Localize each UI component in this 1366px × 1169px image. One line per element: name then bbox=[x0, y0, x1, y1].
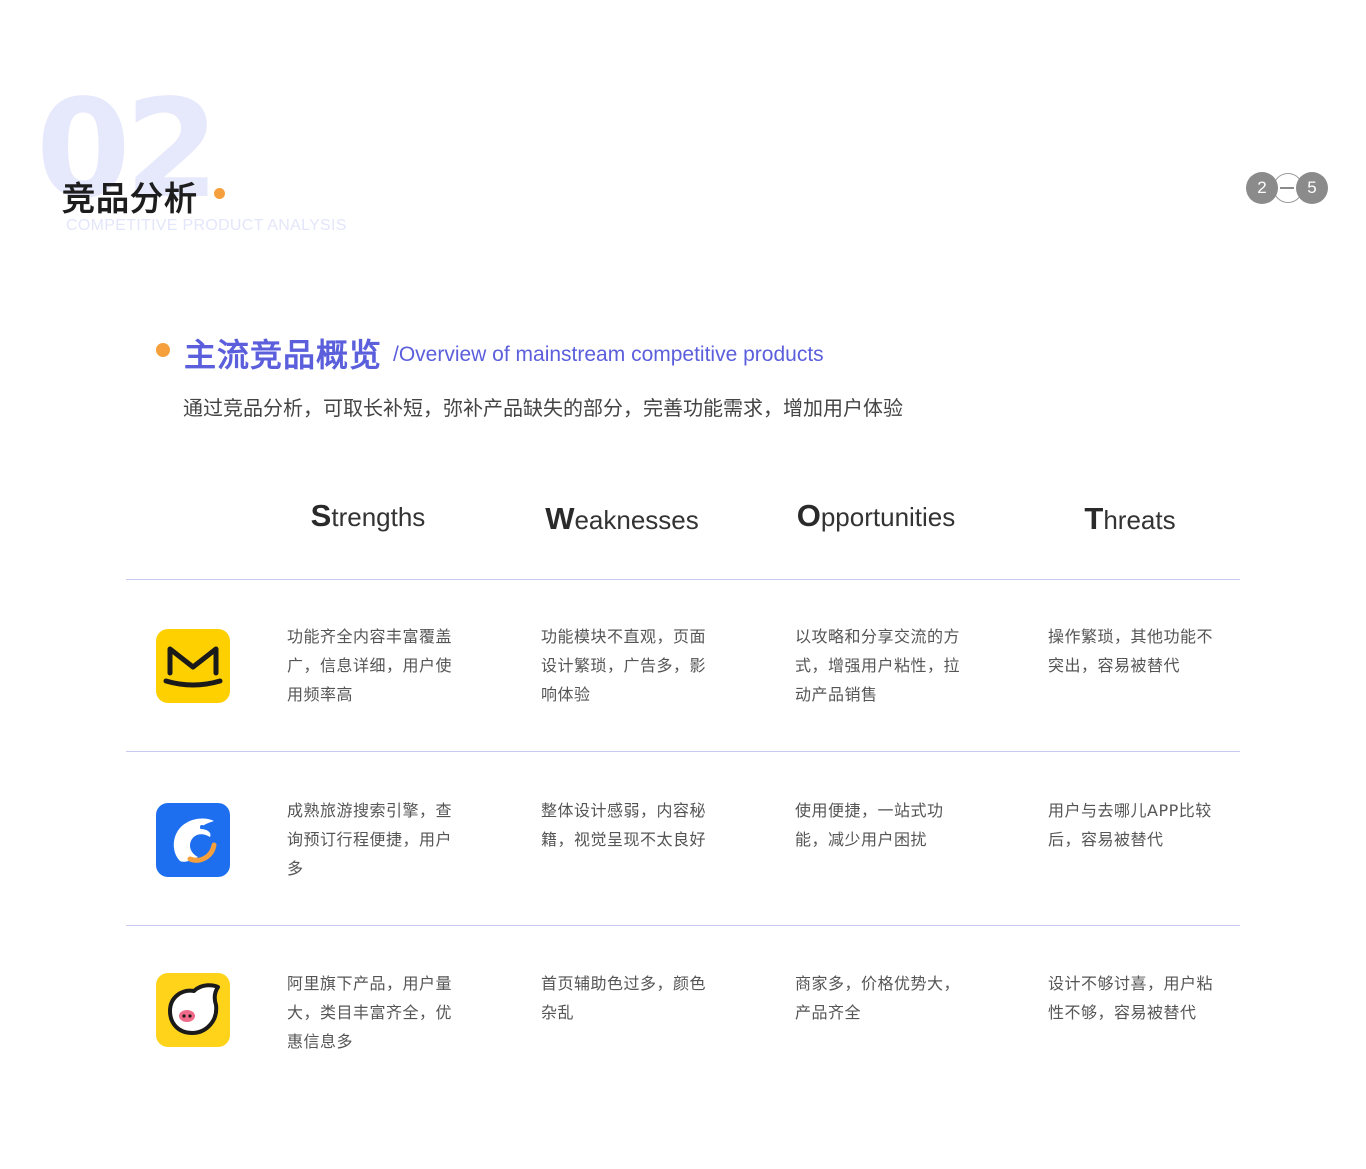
header-opportunities-rest: pportunities bbox=[820, 502, 956, 532]
row3-weaknesses: 首页辅助色过多，颜色杂乱 bbox=[541, 974, 707, 1022]
row3-threats: 设计不够讨喜，用户粘性不够，容易被替代 bbox=[1048, 974, 1214, 1022]
header-threats-rest: hreats bbox=[1103, 505, 1176, 535]
ctrip-app-icon bbox=[156, 803, 230, 877]
section-subtitle: COMPETITIVE PRODUCT ANALYSIS bbox=[66, 217, 347, 234]
fliggy-pig-glyph-icon bbox=[168, 983, 220, 1035]
header-weaknesses-initial: W bbox=[545, 501, 575, 536]
section-title: 竞品分析 bbox=[62, 179, 198, 218]
overview-english-title: /Overview of mainstream competitive prod… bbox=[393, 343, 824, 366]
overview-title: 主流竞品概览 bbox=[184, 336, 383, 374]
row1-threats: 操作繁琐，其他功能不突出，容易被替代 bbox=[1048, 627, 1214, 675]
divider-row2 bbox=[126, 925, 1240, 926]
divider-row1 bbox=[126, 751, 1240, 752]
page-indicator[interactable]: 2 5 bbox=[1246, 172, 1328, 204]
header-threats-initial: T bbox=[1084, 501, 1104, 536]
row2-threats: 用户与去哪儿APP比较后，容易被替代 bbox=[1048, 801, 1212, 849]
row2-weaknesses: 整体设计感弱，内容秘籍，视觉呈现不太良好 bbox=[541, 801, 707, 849]
header-strengths: Strengths bbox=[248, 498, 488, 534]
header-strengths-rest: trengths bbox=[331, 502, 426, 532]
header-threats: Threats bbox=[1010, 501, 1250, 537]
header-opportunities-initial: O bbox=[796, 498, 821, 533]
pager-dash bbox=[1280, 187, 1294, 189]
pager-total-pages: 5 bbox=[1296, 172, 1328, 204]
header-weaknesses-rest: eaknesses bbox=[574, 505, 699, 535]
divider-top bbox=[126, 579, 1240, 580]
row1-weaknesses: 功能模块不直观，页面设计繁琐，广告多，影响体验 bbox=[541, 627, 707, 704]
header-weaknesses: Weaknesses bbox=[502, 501, 742, 537]
meituan-m-glyph-icon bbox=[163, 646, 223, 688]
header-strengths-initial: S bbox=[310, 498, 332, 533]
header-opportunities: Opportunities bbox=[756, 498, 996, 534]
ctrip-dolphin-glyph-icon bbox=[173, 818, 217, 863]
row3-strengths: 阿里旗下产品，用户量大，类目丰富齐全，优惠信息多 bbox=[287, 974, 453, 1051]
row1-strengths: 功能齐全内容丰富覆盖广，信息详细，用户使用频率高 bbox=[287, 627, 453, 704]
meituan-app-icon bbox=[156, 629, 230, 703]
overview-intro: 通过竞品分析，可取长补短，弥补产品缺失的部分，完善功能需求，增加用户体验 bbox=[183, 396, 903, 420]
row2-strengths: 成熟旅游搜索引擎，查询预订行程便捷，用户多 bbox=[287, 801, 453, 878]
pager-current-page: 2 bbox=[1246, 172, 1278, 204]
fliggy-app-icon bbox=[156, 973, 230, 1047]
overview-bullet bbox=[156, 343, 170, 357]
row3-opportunities: 商家多，价格优势大，产品齐全 bbox=[795, 974, 961, 1022]
row1-opportunities: 以攻略和分享交流的方式，增强用户粘性，拉动产品销售 bbox=[795, 627, 961, 704]
row2-opportunities: 使用便捷，一站式功能，减少用户困扰 bbox=[795, 801, 944, 849]
title-dot bbox=[214, 188, 225, 199]
